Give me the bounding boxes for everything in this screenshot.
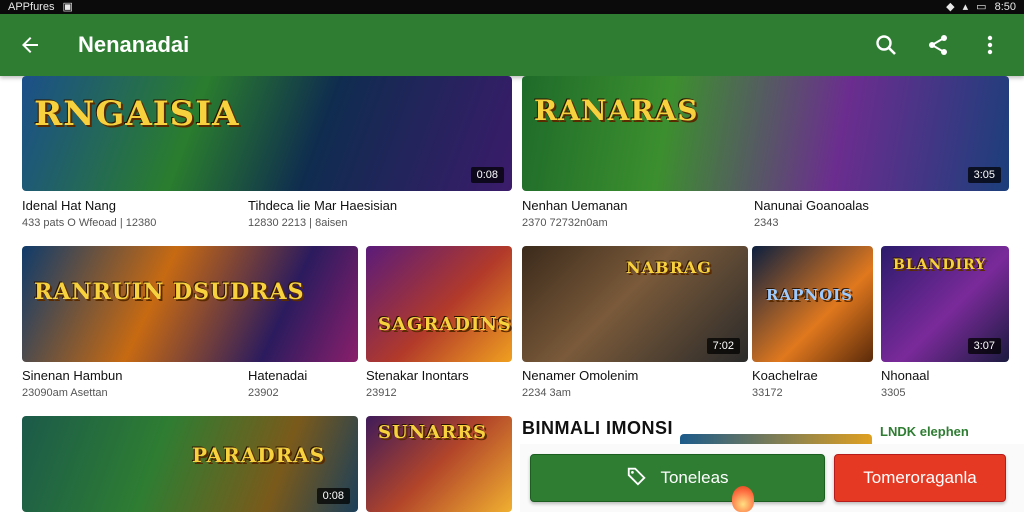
video-title[interactable]: Nanunai Goanoalas xyxy=(754,198,869,213)
video-card[interactable]: SAGRADINS Stenakar Inontars 23912 xyxy=(366,246,512,406)
video-card[interactable]: SUNARRS xyxy=(366,416,512,512)
thumbnail-title: RAPNOIS xyxy=(766,285,854,304)
duration-badge: 0:08 xyxy=(470,167,504,183)
page-title: Nenanadai xyxy=(78,32,190,57)
secondary-action-button[interactable]: Tomeroraganla xyxy=(834,454,1006,502)
video-title[interactable]: Nenamer Omolenim xyxy=(522,368,638,383)
video-meta: 12830 2213 | 8aisen xyxy=(248,217,348,229)
thumbnail-art xyxy=(680,434,872,444)
video-card[interactable]: RANRUIN DSUDRAS Sinenan Hambun 23090am A… xyxy=(22,246,358,406)
duration-badge: 3:05 xyxy=(967,167,1001,183)
clock: 8:50 xyxy=(994,1,1016,13)
thumbnail-title: BLANDIRY xyxy=(893,257,987,273)
thumbnail-art xyxy=(752,246,873,362)
signal-icon: ▴ xyxy=(962,1,969,13)
video-title[interactable]: Sinenan Hambun xyxy=(22,368,122,383)
thumbnail-title: RANARAS xyxy=(534,93,699,127)
battery-icon: ▭ xyxy=(976,1,987,13)
video-thumbnail[interactable]: NABRAG 7:02 xyxy=(522,246,748,362)
thumbnail-title: RANRUIN DSUDRAS xyxy=(34,278,305,305)
video-title[interactable]: Koachelrae xyxy=(752,368,818,383)
video-card[interactable]: RNGAISIA 0:08 Idenal Hat Nang 433 pats O… xyxy=(22,76,512,236)
video-card[interactable]: BLANDIRY 3:07 Nhonaal 3305 xyxy=(881,246,1009,406)
bottom-action-bar: Toneleas Tomeroraganla xyxy=(520,444,1024,512)
promo-label[interactable]: LNDK elephen xyxy=(880,424,969,439)
video-title[interactable]: Nhonaal xyxy=(881,368,929,383)
app-bar: Nenanadai xyxy=(0,14,1024,76)
video-thumbnail[interactable]: SAGRADINS xyxy=(366,246,512,362)
video-thumbnail[interactable]: BLANDIRY 3:07 xyxy=(881,246,1009,362)
thumbnail-title: RNGAISIA xyxy=(34,93,240,134)
video-title[interactable]: Tihdeca lie Mar Haesisian xyxy=(248,198,397,213)
arrow-back-icon xyxy=(18,33,42,57)
video-meta: 33172 xyxy=(752,387,783,399)
video-meta: 2370 72732n0am xyxy=(522,217,608,229)
video-thumbnail[interactable]: RANARAS 3:05 xyxy=(522,76,1009,191)
video-meta: 2343 xyxy=(754,217,779,229)
search-icon[interactable] xyxy=(874,33,898,57)
video-thumbnail[interactable]: PARADRAS 0:08 xyxy=(22,416,358,512)
video-thumbnail[interactable]: RANRUIN DSUDRAS xyxy=(22,246,358,362)
more-vert-icon[interactable] xyxy=(978,33,1002,57)
video-thumbnail[interactable]: RNGAISIA 0:08 xyxy=(22,76,512,191)
status-bar: APPfures ▣ ◆ ▴ ▭ 8:50 xyxy=(0,0,1024,14)
video-meta: 3305 xyxy=(881,387,906,399)
primary-action-label: Toneleas xyxy=(660,468,729,487)
section-heading: BINMALI IMONSI xyxy=(522,418,673,438)
video-thumbnail[interactable]: RAPNOIS xyxy=(752,246,873,362)
thumbnail-title: PARADRAS xyxy=(192,442,326,467)
video-meta: 23090am Asettan xyxy=(22,387,108,399)
thumbnail-title: SUNARRS xyxy=(378,422,488,443)
video-thumbnail[interactable]: SUNARRS xyxy=(366,416,512,512)
notification-icon: ▣ xyxy=(62,1,73,13)
share-icon[interactable] xyxy=(926,33,950,57)
thumbnail-art xyxy=(366,246,512,362)
video-thumbnail[interactable] xyxy=(680,434,872,444)
video-meta: 2234 3am xyxy=(522,387,571,399)
video-card[interactable]: RAPNOIS Koachelrae 33172 xyxy=(752,246,873,406)
video-card[interactable] xyxy=(680,434,872,444)
thumbnail-title: NABRAG xyxy=(626,258,712,277)
wifi-icon: ◆ xyxy=(946,1,955,13)
video-title[interactable]: Stenakar Inontars xyxy=(366,368,469,383)
video-card[interactable]: NABRAG 7:02 Nenamer Omolenim 2234 3am xyxy=(522,246,748,406)
video-meta: 23912 xyxy=(366,387,397,399)
video-title[interactable]: Hatenadai xyxy=(248,368,307,383)
primary-action-button[interactable]: Toneleas xyxy=(530,454,825,502)
video-meta: 23902 xyxy=(248,387,279,399)
duration-badge: 3:07 xyxy=(967,338,1001,354)
back-button[interactable] xyxy=(0,33,60,57)
video-title[interactable]: Nenhan Uemanan xyxy=(522,198,628,213)
duration-badge: 7:02 xyxy=(706,338,740,354)
duration-badge: 0:08 xyxy=(316,488,350,504)
flame-icon xyxy=(732,486,754,512)
video-card[interactable]: RANARAS 3:05 Nenhan Uemanan 2370 72732n0… xyxy=(522,76,1009,236)
video-card[interactable]: PARADRAS 0:08 xyxy=(22,416,358,512)
video-meta: 433 pats O Wfeoad | 12380 xyxy=(22,217,157,229)
thumbnail-title: SAGRADINS xyxy=(378,313,512,335)
secondary-action-label: Tomeroraganla xyxy=(863,468,977,487)
video-title[interactable]: Idenal Hat Nang xyxy=(22,198,116,213)
tag-icon xyxy=(626,465,648,492)
status-app-label: APPfures xyxy=(8,1,55,13)
